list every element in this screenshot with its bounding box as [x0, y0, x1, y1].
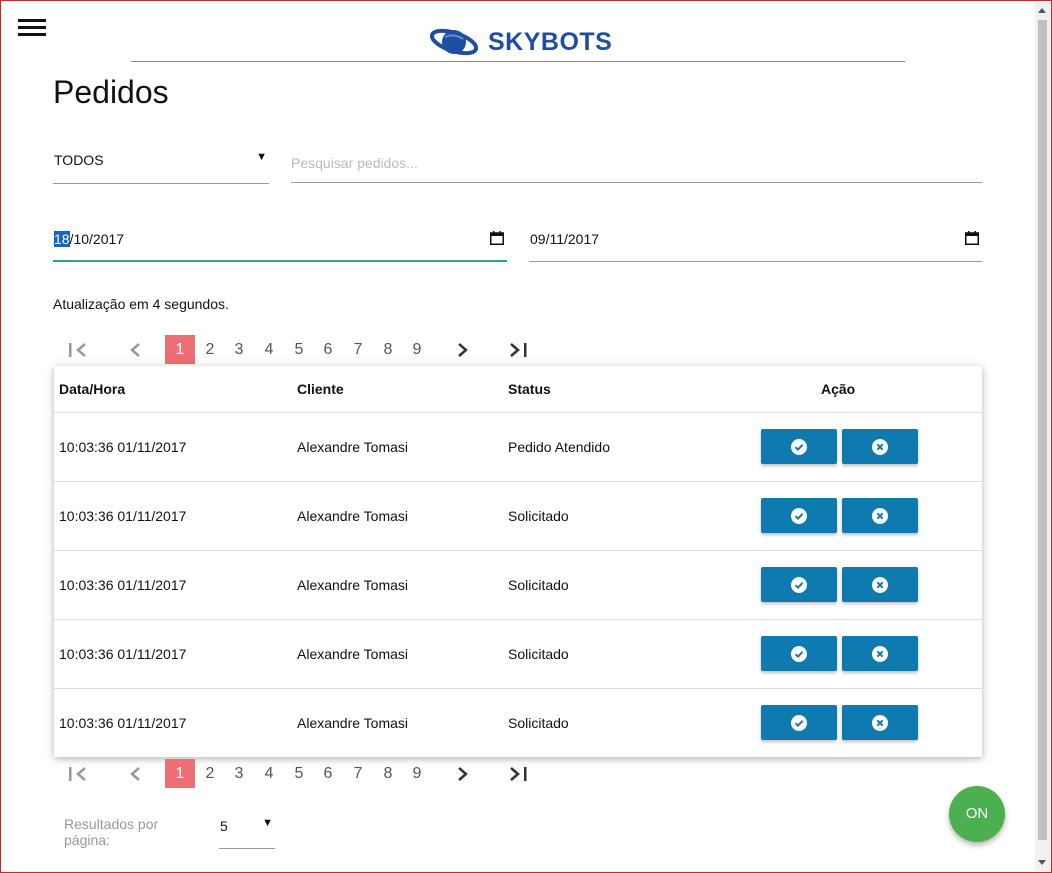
date-to-field[interactable]: 09/11/2017 [529, 225, 982, 262]
row-datetime: 10:03:36 01/11/2017 [59, 577, 187, 593]
date-from-rest: /10/2017 [69, 231, 125, 247]
page-number[interactable]: 6 [313, 759, 343, 788]
results-per-page-label: Resultados por página: [64, 816, 159, 848]
page-number[interactable]: 9 [402, 759, 432, 788]
row-datetime: 10:03:36 01/11/2017 [59, 646, 187, 662]
table-row: 10:03:36 01/11/2017 Alexandre Tomasi Sol… [54, 551, 982, 620]
prev-page-icon[interactable] [129, 766, 141, 795]
menu-icon[interactable] [18, 19, 46, 37]
date-to-value: 09/11/2017 [530, 231, 600, 247]
table-row: 10:03:36 01/11/2017 Alexandre Tomasi Sol… [54, 689, 982, 757]
page-number[interactable]: 2 [195, 759, 225, 788]
page-number[interactable]: 9 [402, 335, 432, 364]
column-header-action: Ação [821, 381, 856, 397]
table-header: Data/Hora Cliente Status Ação [54, 366, 982, 413]
reject-order-button[interactable] [842, 498, 918, 533]
column-header-client[interactable]: Cliente [297, 381, 344, 397]
page-number[interactable]: 5 [284, 759, 314, 788]
row-client: Alexandre Tomasi [297, 646, 409, 662]
accept-order-button[interactable] [761, 498, 837, 533]
row-client: Alexandre Tomasi [297, 508, 409, 524]
results-per-page-select[interactable]: 5 ▼ [219, 815, 275, 849]
table-row: 10:03:36 01/11/2017 Alexandre Tomasi Sol… [54, 482, 982, 551]
page-title: Pedidos [53, 74, 169, 110]
on-toggle-button[interactable]: ON [949, 786, 1005, 842]
close-circle-icon [872, 645, 888, 662]
pagination-top: 1 2 3 4 5 6 7 8 9 [53, 335, 553, 365]
date-from-field[interactable]: 18/10/2017 [53, 225, 507, 262]
row-status: Solicitado [508, 715, 569, 731]
dropdown-arrow-icon: ▼ [256, 151, 267, 163]
pagination-bottom: 1 2 3 4 5 6 7 8 9 [53, 759, 553, 789]
accept-order-button[interactable] [761, 636, 837, 671]
scrollbar-thumb[interactable] [1038, 20, 1047, 840]
reject-order-button[interactable] [842, 567, 918, 602]
check-circle-icon [791, 714, 807, 731]
brand-logo: SKYBOTS [430, 22, 612, 62]
row-datetime: 10:03:36 01/11/2017 [59, 508, 187, 524]
page-number[interactable]: 7 [343, 759, 373, 788]
brand-name: SKYBOTS [488, 27, 613, 56]
row-client: Alexandre Tomasi [297, 577, 409, 593]
accept-order-button[interactable] [761, 567, 837, 602]
dropdown-arrow-icon: ▼ [262, 817, 273, 829]
page-number[interactable]: 4 [254, 335, 284, 364]
page-number[interactable]: 3 [224, 335, 254, 364]
row-status: Solicitado [508, 577, 569, 593]
date-from-day-selected: 18 [54, 231, 70, 247]
close-circle-icon [872, 714, 888, 731]
results-per-page-value: 5 [220, 818, 228, 834]
page-number[interactable]: 2 [195, 335, 225, 364]
page-number[interactable]: 6 [313, 335, 343, 364]
table-row: 10:03:36 01/11/2017 Alexandre Tomasi Ped… [54, 413, 982, 482]
last-page-icon[interactable] [508, 766, 530, 795]
calendar-icon[interactable] [490, 231, 504, 245]
scroll-down-icon[interactable] [1038, 860, 1046, 865]
check-circle-icon [791, 438, 807, 455]
header-divider [131, 61, 905, 62]
check-circle-icon [791, 645, 807, 662]
row-datetime: 10:03:36 01/11/2017 [59, 715, 187, 731]
close-circle-icon [872, 576, 888, 593]
status-filter-select[interactable]: TODOS ▼ [53, 150, 269, 184]
row-status: Pedido Atendido [508, 439, 610, 455]
page-number[interactable]: 8 [373, 759, 403, 788]
check-circle-icon [791, 576, 807, 593]
row-datetime: 10:03:36 01/11/2017 [59, 439, 187, 455]
refresh-countdown: Atualização em 4 segundos. [53, 296, 229, 312]
next-page-icon[interactable] [457, 766, 469, 795]
accept-order-button[interactable] [761, 705, 837, 740]
page-number-active[interactable]: 1 [165, 759, 195, 788]
search-input[interactable] [291, 143, 982, 183]
reject-order-button[interactable] [842, 636, 918, 671]
page-number[interactable]: 8 [373, 335, 403, 364]
row-status: Solicitado [508, 646, 569, 662]
column-header-status[interactable]: Status [508, 381, 551, 397]
table-row: 10:03:36 01/11/2017 Alexandre Tomasi Sol… [54, 620, 982, 689]
row-status: Solicitado [508, 508, 569, 524]
row-client: Alexandre Tomasi [297, 715, 409, 731]
status-filter-value: TODOS [54, 152, 104, 168]
reject-order-button[interactable] [842, 429, 918, 464]
page-number-active[interactable]: 1 [165, 335, 195, 364]
first-page-icon[interactable] [67, 766, 89, 795]
planet-icon [430, 28, 479, 56]
column-header-datetime[interactable]: Data/Hora [59, 381, 125, 397]
calendar-icon[interactable] [965, 231, 979, 245]
page-number[interactable]: 4 [254, 759, 284, 788]
close-circle-icon [872, 438, 888, 455]
page-number[interactable]: 7 [343, 335, 373, 364]
vertical-scrollbar[interactable] [1035, 2, 1050, 871]
scroll-up-icon[interactable] [1038, 8, 1046, 13]
check-circle-icon [791, 507, 807, 524]
row-client: Alexandre Tomasi [297, 439, 409, 455]
page-number[interactable]: 5 [284, 335, 314, 364]
close-circle-icon [872, 507, 888, 524]
reject-order-button[interactable] [842, 705, 918, 740]
accept-order-button[interactable] [761, 429, 837, 464]
orders-table: Data/Hora Cliente Status Ação 10:03:36 0… [54, 366, 982, 757]
page-number[interactable]: 3 [224, 759, 254, 788]
